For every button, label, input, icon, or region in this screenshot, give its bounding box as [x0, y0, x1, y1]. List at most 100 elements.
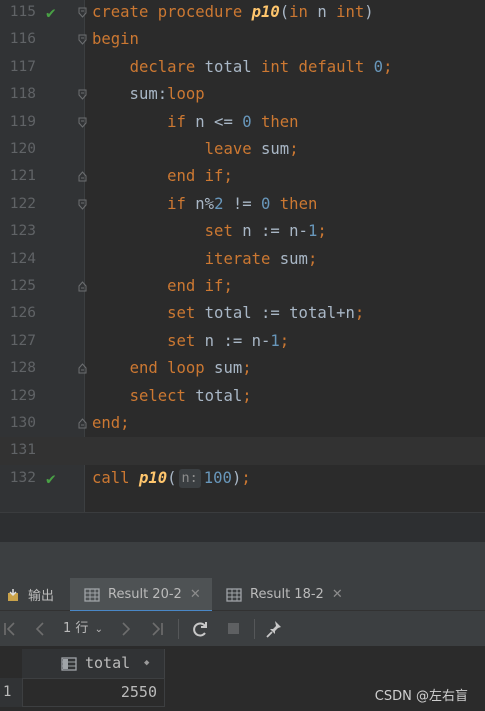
code-line[interactable]: 122 if n%2 != 0 then	[0, 191, 485, 218]
code-token: end	[92, 414, 121, 432]
code-token: iterate	[204, 249, 271, 268]
code-line[interactable]: 115 ✔ create procedure p10(in n int)	[0, 0, 485, 26]
cell-total[interactable]: 2550	[22, 678, 165, 707]
fold-open-icon[interactable]	[78, 199, 87, 210]
tab-result-18-2[interactable]: Result 18-2 ✕	[226, 578, 356, 611]
code-line[interactable]: 129 select total;	[0, 383, 485, 410]
next-page-icon[interactable]	[116, 611, 136, 647]
fold-close-icon[interactable]	[78, 171, 87, 182]
code-text: end loop sum;	[92, 355, 252, 382]
code-line[interactable]: 124 iterate sum;	[0, 246, 485, 273]
line-number: 127	[9, 332, 36, 349]
code-token: total	[185, 386, 243, 405]
code-token: ;	[120, 414, 130, 432]
code-line[interactable]: 130 end;	[0, 410, 485, 437]
code-text: if n%2 != 0 then	[92, 191, 317, 218]
column-header-total[interactable]: total ◆	[22, 649, 165, 678]
code-text: leave sum;	[92, 136, 299, 163]
code-token: 0	[261, 194, 271, 213]
code-token: create procedure	[92, 3, 252, 21]
code-token: then	[261, 112, 299, 131]
results-toolbar: 1 行 ⌄	[0, 611, 485, 647]
code-line[interactable]: 118 sum:loop	[0, 81, 485, 108]
tab-output[interactable]: 输出	[6, 578, 66, 611]
code-token: 0	[242, 112, 252, 131]
sql-editor[interactable]: 115 ✔ create procedure p10(in n int) 116 beg…	[0, 0, 485, 512]
previous-page-icon[interactable]	[30, 611, 50, 647]
close-icon[interactable]: ✕	[190, 587, 201, 602]
tab-result-20-2[interactable]: Result 20-2 ✕	[70, 578, 212, 612]
code-line[interactable]: 117 declare total int default 0;	[0, 54, 485, 81]
result-grid[interactable]: total ◆ 1 2550 CSDN @左右盲	[0, 647, 485, 711]
code-token: ;	[241, 468, 251, 487]
code-line[interactable]: 123 set n := n-1;	[0, 218, 485, 245]
code-token: 1	[270, 331, 280, 350]
code-token: !=	[223, 194, 262, 213]
column-name: total	[85, 654, 131, 672]
code-line[interactable]: 126 set total := total+n;	[0, 300, 485, 327]
line-number: 123	[9, 223, 36, 240]
close-icon[interactable]: ✕	[332, 587, 343, 602]
code-line[interactable]: 120 leave sum;	[0, 136, 485, 163]
code-token: loop	[167, 85, 205, 104]
code-line[interactable]: 121 end if;	[0, 163, 485, 190]
code-token: ;	[279, 331, 290, 350]
table-icon	[226, 587, 242, 602]
fold-close-icon[interactable]	[78, 418, 87, 429]
line-number: 118	[9, 86, 36, 103]
last-page-icon[interactable]	[146, 611, 168, 647]
refresh-icon[interactable]	[188, 611, 212, 647]
fold-open-icon[interactable]	[78, 89, 87, 100]
code-text: if n <= 0 then	[92, 109, 299, 136]
code-token: end loop	[129, 359, 205, 378]
code-token: ;	[242, 386, 252, 405]
fold-open-icon[interactable]	[78, 7, 87, 18]
chevron-down-icon: ⌄	[94, 624, 103, 635]
code-token: set	[167, 304, 196, 323]
code-line[interactable]: 119 if n <= 0 then	[0, 109, 485, 136]
code-token: 1	[307, 222, 318, 241]
code-line[interactable]: 127 set n := n-1;	[0, 328, 485, 355]
code-token: int	[336, 3, 365, 21]
code-line[interactable]: 128 end loop sum;	[0, 355, 485, 382]
table-icon	[84, 587, 100, 602]
fold-close-icon[interactable]	[78, 363, 87, 374]
tab-label: Result 18-2	[250, 587, 324, 602]
line-number: 128	[9, 360, 36, 377]
line-number: 125	[9, 278, 36, 294]
panel-splitter[interactable]	[0, 542, 485, 578]
line-number: 120	[9, 141, 36, 157]
code-token: leave	[204, 140, 252, 158]
code-token: n := n-	[195, 331, 271, 350]
code-token: if	[167, 112, 186, 131]
first-page-icon[interactable]	[0, 611, 20, 647]
fold-close-icon[interactable]	[78, 281, 87, 292]
code-line[interactable]: 125 end if;	[0, 273, 485, 300]
code-text: set n := n-1;	[92, 218, 327, 245]
code-token: ;	[223, 167, 233, 186]
code-line[interactable]: 116 begin	[0, 26, 485, 53]
fold-open-icon[interactable]	[78, 117, 87, 128]
line-number: 124	[9, 250, 36, 267]
fold-open-icon[interactable]	[78, 34, 87, 46]
code-token: declare	[129, 57, 196, 76]
line-number: 126	[9, 305, 36, 322]
code-text: set total := total+n;	[92, 300, 364, 327]
stop-icon[interactable]	[222, 611, 244, 647]
code-line[interactable]: 131	[0, 437, 485, 465]
tab-label: 输出	[28, 589, 55, 604]
code-token: if	[167, 194, 186, 213]
code-token: )	[231, 468, 242, 487]
watermark: CSDN @左右盲	[374, 689, 468, 704]
code-line[interactable]: 132 ✔ call p10(n: 100);	[0, 465, 485, 492]
code-token: n%	[185, 194, 215, 213]
row-count-dropdown[interactable]: 1 行 ⌄	[58, 611, 108, 647]
pin-icon[interactable]	[262, 611, 286, 647]
editor-horizontal-scrollbar[interactable]	[0, 512, 485, 542]
sort-icon[interactable]: ◆	[144, 649, 149, 678]
